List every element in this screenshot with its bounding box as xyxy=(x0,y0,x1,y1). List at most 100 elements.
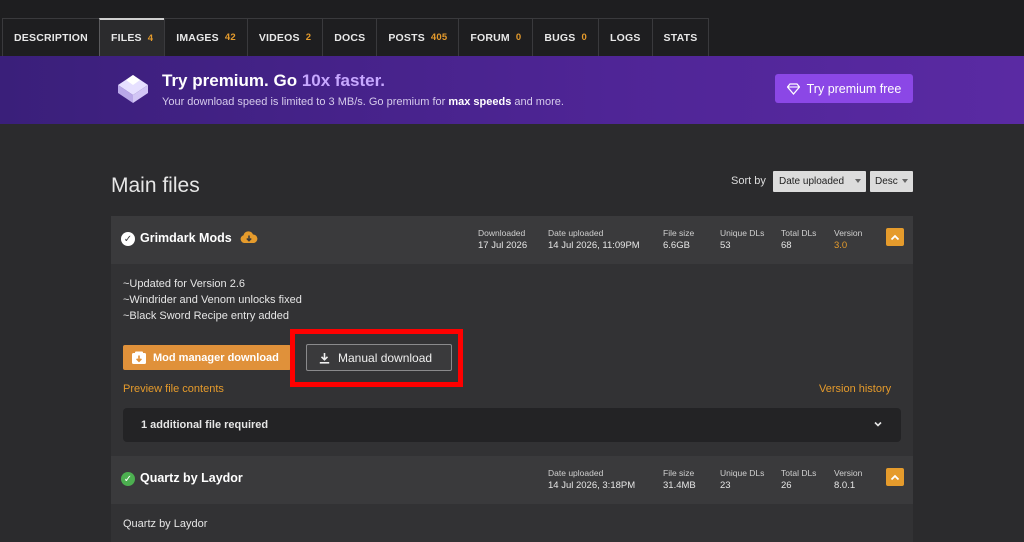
tab-images[interactable]: IMAGES 42 xyxy=(164,18,248,56)
tab-label: IMAGES xyxy=(176,31,219,44)
tab-count: 0 xyxy=(581,32,587,43)
meta-downloaded: Downloaded 17 Jul 2026 xyxy=(478,228,527,251)
collapse-toggle-button[interactable] xyxy=(886,228,904,246)
tab-forum[interactable]: FORUM 0 xyxy=(458,18,534,56)
meta-version: Version 8.0.1 xyxy=(834,468,862,491)
chevron-up-icon xyxy=(890,474,900,480)
banner-subtitle-text: Your download speed is limited to 3 MB/s… xyxy=(162,96,449,108)
tab-files[interactable]: FILES 4 xyxy=(98,18,166,56)
banner-subtitle-bold: max speeds xyxy=(448,96,512,108)
tab-count: 405 xyxy=(430,32,448,43)
tab-count: 2 xyxy=(305,32,312,43)
tab-label: DESCRIPTION xyxy=(14,31,88,44)
file-header-grimdark-mods[interactable]: ✓ Grimdark Mods Downloaded 17 Jul 2026 Da… xyxy=(111,216,913,264)
tab-docs[interactable]: DOCS xyxy=(322,18,378,56)
meta-date-uploaded: Date uploaded 14 Jul 2026, 3:18PM xyxy=(548,468,635,491)
tab-label: LOGS xyxy=(609,31,641,44)
meta-label: Date uploaded xyxy=(548,228,604,238)
downloaded-cloud-icon xyxy=(240,231,258,243)
diamond-icon xyxy=(786,82,800,95)
meta-label: File size xyxy=(663,468,695,478)
mod-manager-download-button[interactable]: Mod manager download xyxy=(123,345,291,370)
meta-value: 68 xyxy=(781,240,792,251)
chevron-down-icon xyxy=(902,179,908,183)
banner-title-text: Try premium. Go xyxy=(162,71,302,90)
meta-value: 17 Jul 2026 xyxy=(478,240,528,251)
download-icon xyxy=(319,352,330,364)
file-name-text: Grimdark Mods xyxy=(140,231,232,245)
meta-file-size: File size 31.4MB xyxy=(663,468,696,491)
file-body-quartz: Quartz by Laydor xyxy=(111,504,913,542)
meta-version: Version 3.0 xyxy=(834,228,862,251)
tab-count: 42 xyxy=(224,32,236,43)
banner-subtitle: Your download speed is limited to 3 MB/s… xyxy=(162,96,564,108)
tab-stats[interactable]: STATS xyxy=(651,18,710,56)
sort-by-value: Date uploaded xyxy=(779,176,845,187)
meta-file-size: File size 6.6GB xyxy=(663,228,694,251)
meta-total-dls: Total DLs 68 xyxy=(781,228,816,251)
file-description: Quartz by Laydor xyxy=(123,518,208,530)
chevron-down-icon xyxy=(855,179,861,183)
meta-value: 14 Jul 2026, 11:09PM xyxy=(548,240,640,251)
diamond-icon xyxy=(118,75,148,103)
version-history-link[interactable]: Version history xyxy=(819,383,891,395)
meta-label: Total DLs xyxy=(781,228,817,238)
required-files-label: 1 additional file required xyxy=(141,419,269,431)
chevron-up-icon xyxy=(890,234,900,240)
sort-direction-select[interactable]: Desc xyxy=(870,171,913,192)
meta-value: 6.6GB xyxy=(663,240,690,251)
meta-unique-dls: Unique DLs 23 xyxy=(720,468,764,491)
meta-value: 31.4MB xyxy=(663,480,696,491)
tab-posts[interactable]: POSTS 405 xyxy=(376,18,460,56)
collapse-toggle-button[interactable] xyxy=(886,468,904,486)
meta-total-dls: Total DLs 26 xyxy=(781,468,816,491)
file-description: ~Updated for Version 2.6 ~Windrider and … xyxy=(123,276,302,324)
banner-title: Try premium. Go 10x faster. xyxy=(162,71,385,91)
tab-label: VIDEOS xyxy=(258,31,300,44)
tab-count: 0 xyxy=(515,32,522,43)
meta-label: Downloaded xyxy=(478,228,526,238)
manual-download-button[interactable]: Manual download xyxy=(306,344,452,371)
tab-label: BUGS xyxy=(544,31,576,44)
meta-value: 53 xyxy=(720,240,731,251)
meta-label: Unique DLs xyxy=(720,468,765,478)
meta-label: Version xyxy=(834,468,863,478)
meta-label: Total DLs xyxy=(781,468,817,478)
meta-value: 14 Jul 2026, 3:18PM xyxy=(548,480,636,491)
description-line: ~Updated for Version 2.6 xyxy=(123,278,245,290)
meta-unique-dls: Unique DLs 53 xyxy=(720,228,764,251)
sort-label: Sort by xyxy=(731,175,766,187)
banner-title-accent: 10x faster. xyxy=(301,71,385,90)
tab-label: DOCS xyxy=(334,31,366,44)
page-title: Main files xyxy=(111,174,200,197)
tab-label: FORUM xyxy=(470,31,510,44)
meta-label: Version xyxy=(834,228,863,238)
mod-manager-label: Mod manager download xyxy=(153,351,279,364)
try-premium-label: Try premium free xyxy=(806,81,902,96)
tab-bar: DESCRIPTION FILES 4 IMAGES 42 VIDEOS 2 DOCS… xyxy=(0,0,1024,56)
tab-bugs[interactable]: BUGS 0 xyxy=(532,18,599,56)
tab-logs[interactable]: LOGS xyxy=(597,18,653,56)
file-name: Grimdark Mods xyxy=(140,231,259,245)
meta-label: File size xyxy=(663,228,695,238)
meta-value: 23 xyxy=(720,480,731,491)
preview-file-contents-link[interactable]: Preview file contents xyxy=(123,383,224,395)
meta-value: 8.0.1 xyxy=(834,480,856,491)
tab-videos[interactable]: VIDEOS 2 xyxy=(246,18,324,56)
check-icon: ✓ xyxy=(121,472,135,486)
required-files-accordion[interactable]: 1 additional file required xyxy=(123,408,901,442)
file-header-quartz[interactable]: ✓ Quartz by Laydor Date uploaded 14 Jul 2… xyxy=(111,456,913,504)
sort-direction-value: Desc xyxy=(875,176,898,187)
manual-download-label: Manual download xyxy=(338,350,433,365)
mod-manager-icon xyxy=(132,351,146,364)
tab-count: 4 xyxy=(147,32,154,44)
tabs: DESCRIPTION FILES 4 IMAGES 42 VIDEOS 2 DOCS… xyxy=(2,18,710,56)
file-name-text: Quartz by Laydor xyxy=(140,471,243,485)
meta-label: Date uploaded xyxy=(548,468,604,478)
meta-label: Unique DLs xyxy=(720,228,765,238)
file-name: Quartz by Laydor xyxy=(140,471,243,485)
tab-label: STATS xyxy=(663,31,698,44)
sort-by-select[interactable]: Date uploaded xyxy=(773,171,866,192)
tab-description[interactable]: DESCRIPTION xyxy=(2,18,100,56)
try-premium-button[interactable]: Try premium free xyxy=(775,74,913,103)
